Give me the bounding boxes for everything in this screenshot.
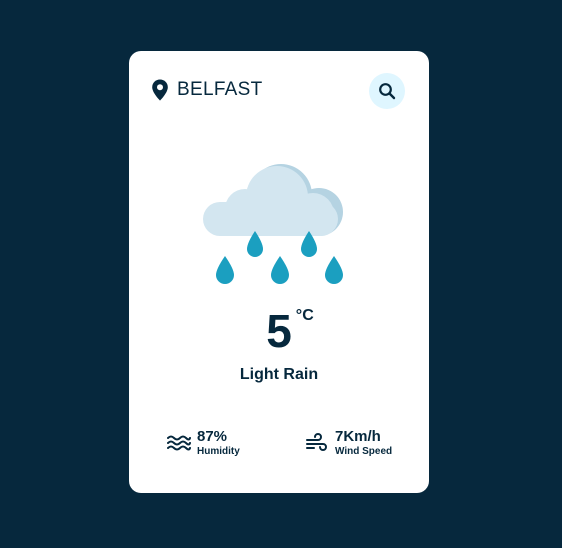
waves-icon [167, 435, 191, 451]
humidity-label: Humidity [197, 446, 240, 457]
wind-text: 7Km/h Wind Speed [335, 428, 392, 458]
weather-description: Light Rain [239, 366, 319, 383]
wind-icon [306, 433, 327, 451]
wind-detail: 7Km/h Wind Speed [305, 428, 392, 458]
search-icon [379, 83, 396, 100]
temperature-display: 5 °C [129, 305, 429, 357]
wind-label: Wind Speed [335, 446, 393, 457]
humidity-detail: 87% Humidity [167, 428, 240, 458]
weather-card: BELFAST 5 °C Light Rain 87% Humidity 7Km… [129, 51, 429, 493]
card-header: BELFAST [151, 73, 405, 109]
city-name: BELFAST [177, 79, 263, 100]
wind-value: 7Km/h [335, 428, 381, 445]
map-pin-icon [152, 79, 168, 101]
temperature-unit: °C [295, 307, 314, 324]
temperature-value: 5 °C [266, 305, 314, 357]
humidity-value: 87% [197, 428, 228, 445]
search-button[interactable] [369, 73, 405, 109]
cloud-rain-icon [203, 164, 343, 284]
location: BELFAST [151, 79, 263, 101]
humidity-text: 87% Humidity [197, 428, 240, 458]
